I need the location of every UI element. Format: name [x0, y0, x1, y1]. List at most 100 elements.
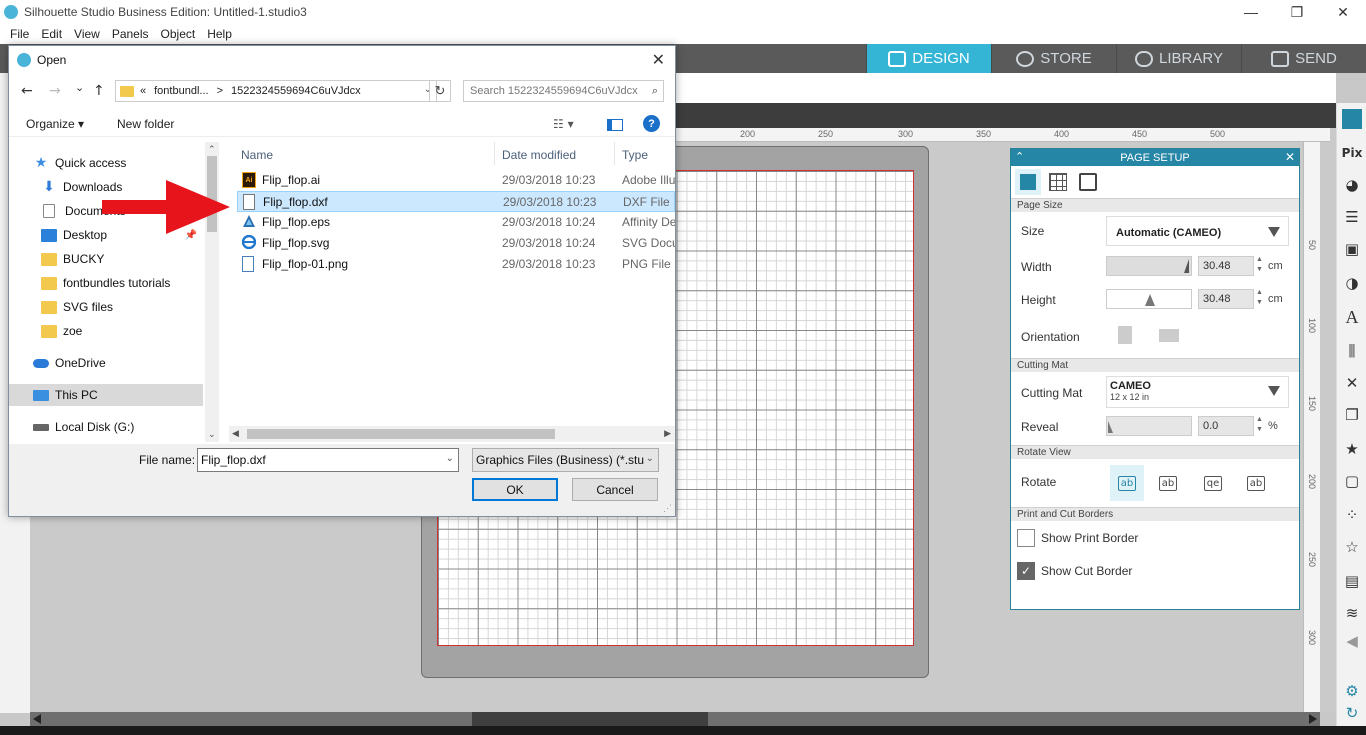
height-input[interactable]: 30.48	[1198, 289, 1254, 309]
tab-library[interactable]: LIBRARY	[1116, 44, 1241, 73]
help-button[interactable]: ?	[643, 115, 660, 132]
column-divider[interactable]	[494, 142, 495, 165]
cancel-button[interactable]: Cancel	[572, 478, 658, 501]
sidebar-item-onedrive[interactable]: OneDrive	[9, 352, 203, 374]
fill-palette-icon[interactable]: ◕	[1342, 175, 1362, 195]
show-cut-border-checkbox[interactable]: ✓	[1017, 562, 1035, 580]
file-row[interactable]: Ai Flip_flop.ai 29/03/2018 10:23 Adobe I…	[237, 170, 675, 191]
width-slider[interactable]	[1106, 256, 1192, 276]
width-input[interactable]: 30.48	[1198, 256, 1254, 276]
column-divider[interactable]	[614, 142, 615, 165]
forward-button[interactable]: →	[49, 83, 61, 99]
size-dropdown[interactable]: Automatic (CAMEO)	[1106, 216, 1289, 246]
file-row[interactable]: Flip_flop.dxf 29/03/2018 10:23 DXF File	[237, 191, 675, 212]
pattern-icon[interactable]: ▣	[1342, 239, 1362, 259]
scroll-left-icon[interactable]	[33, 714, 41, 724]
file-row[interactable]: Flip_flop.svg 29/03/2018 10:24 SVG Docu	[237, 233, 675, 254]
landscape-icon[interactable]	[1159, 329, 1179, 342]
trace-icon[interactable]: ⁘	[1342, 505, 1362, 525]
preview-pane-icon[interactable]	[607, 119, 623, 131]
file-list-horizontal-scrollbar[interactable]: ◀ ▶	[229, 426, 675, 442]
line-style-icon[interactable]: ☰	[1342, 207, 1362, 227]
menu-edit[interactable]: Edit	[35, 27, 68, 41]
height-slider[interactable]	[1106, 289, 1192, 309]
cutting-mat-dropdown[interactable]: CAMEO 12 x 12 in	[1106, 376, 1289, 408]
scrollbar-thumb[interactable]	[472, 712, 708, 726]
menu-file[interactable]: File	[4, 27, 35, 41]
collapse-arrow-icon[interactable]: ◀	[1342, 631, 1362, 651]
tab-registration[interactable]	[1075, 169, 1101, 195]
menu-help[interactable]: Help	[201, 27, 238, 41]
width-stepper[interactable]: ▲ ▼	[1256, 255, 1263, 275]
rotate-180-button[interactable]: qe	[1196, 469, 1230, 497]
chevron-down-icon[interactable]: ⌄	[446, 453, 454, 464]
sidebar-item-fontbundles-tutorials[interactable]: fontbundles tutorials	[9, 272, 203, 294]
offset-icon[interactable]: ▢	[1342, 471, 1362, 491]
sidebar-item-bucky[interactable]: BUCKY	[9, 248, 203, 270]
column-date-modified[interactable]: Date modified	[502, 148, 576, 162]
workspace-horizontal-scrollbar[interactable]	[30, 712, 1320, 726]
portrait-icon[interactable]	[1118, 326, 1132, 344]
minimize-button[interactable]: —	[1228, 0, 1274, 24]
dialog-close-button[interactable]: ✕	[652, 50, 665, 70]
scroll-right-icon[interactable]: ▶	[664, 428, 671, 439]
file-row[interactable]: Flip_flop-01.png 29/03/2018 10:23 PNG Fi…	[237, 254, 675, 275]
reveal-input[interactable]: 0.0	[1198, 416, 1254, 436]
sidebar-item-quick-access[interactable]: ★ Quick access	[9, 152, 203, 174]
breadcrumb-fontbundles[interactable]: fontbundl...	[154, 85, 208, 97]
resize-grip-icon[interactable]: ⋰	[663, 503, 672, 514]
back-button[interactable]: ←	[21, 83, 33, 99]
page-setup-icon[interactable]	[1342, 109, 1362, 129]
sidebar-item-zoe[interactable]: zoe	[9, 320, 203, 342]
slider-handle-icon[interactable]	[1184, 259, 1189, 273]
sketch-icon[interactable]: ≋	[1342, 603, 1362, 623]
column-name[interactable]: Name	[241, 148, 273, 162]
shadow-icon[interactable]: ◑	[1342, 273, 1362, 293]
rotate-0-button[interactable]: ab	[1110, 465, 1144, 501]
sync-icon[interactable]: ↻	[1342, 703, 1362, 723]
scroll-right-icon[interactable]	[1309, 714, 1317, 724]
slider-handle-icon[interactable]	[1108, 421, 1113, 433]
sidebar-item-svg-files[interactable]: SVG files	[9, 296, 203, 318]
tab-send[interactable]: SEND	[1241, 44, 1366, 73]
view-options-icon[interactable]: ☷ ▾	[553, 117, 574, 131]
replicate-icon[interactable]: ❐	[1342, 405, 1362, 425]
up-button[interactable]: ↑	[93, 83, 105, 99]
column-type[interactable]: Type	[622, 148, 648, 162]
file-row[interactable]: Flip_flop.eps 29/03/2018 10:24 Affinity …	[237, 212, 675, 233]
sidebar-item-local-disk[interactable]: Local Disk (G:)	[9, 416, 203, 438]
transform-icon[interactable]: ✕	[1342, 373, 1362, 393]
reveal-slider[interactable]	[1106, 416, 1192, 436]
rotate-90-button[interactable]: ab	[1151, 469, 1185, 497]
rotate-270-button[interactable]: ab	[1239, 469, 1273, 497]
align-icon[interactable]: ⫼	[1342, 341, 1362, 361]
ok-button[interactable]: OK	[472, 478, 558, 501]
search-input[interactable]: Search 1522324559694C6uVJdcx ⌕	[463, 80, 664, 102]
address-overflow[interactable]: «	[140, 85, 146, 97]
recent-locations-button[interactable]: ⌄	[75, 81, 84, 94]
file-name-input[interactable]: Flip_flop.dxf ⌄	[197, 448, 459, 472]
tab-store[interactable]: STORE	[991, 44, 1116, 73]
menu-panels[interactable]: Panels	[106, 27, 155, 41]
sidebar-item-this-pc[interactable]: This PC	[9, 384, 203, 406]
breadcrumb-current-folder[interactable]: 1522324559694C6uVJdcx	[231, 85, 361, 97]
close-panel-icon[interactable]: ✕	[1285, 150, 1295, 164]
new-folder-button[interactable]: New folder	[117, 117, 174, 131]
collapse-icon[interactable]: ⌃	[1015, 150, 1024, 163]
height-stepper[interactable]: ▲ ▼	[1256, 288, 1263, 308]
reveal-stepper[interactable]: ▲ ▼	[1256, 415, 1263, 435]
slider-handle-icon[interactable]	[1145, 294, 1155, 306]
scroll-left-icon[interactable]: ◀	[232, 428, 239, 439]
pixscan-icon[interactable]: Pix	[1342, 143, 1363, 163]
menu-view[interactable]: View	[68, 27, 106, 41]
tab-design[interactable]: DESIGN	[866, 44, 991, 73]
menu-object[interactable]: Object	[155, 27, 202, 41]
settings-gear-icon[interactable]: ⚙	[1342, 681, 1362, 701]
refresh-button[interactable]: ↻	[429, 80, 451, 102]
file-type-select[interactable]: Graphics Files (Business) (*.stuc ⌄	[472, 448, 659, 472]
scroll-up-icon[interactable]: ⌃	[208, 144, 216, 155]
organize-button[interactable]: Organize ▾	[26, 117, 84, 131]
close-window-button[interactable]: ✕	[1320, 0, 1366, 24]
text-style-icon[interactable]: A	[1342, 307, 1362, 327]
scrollbar-thumb[interactable]	[247, 429, 555, 439]
